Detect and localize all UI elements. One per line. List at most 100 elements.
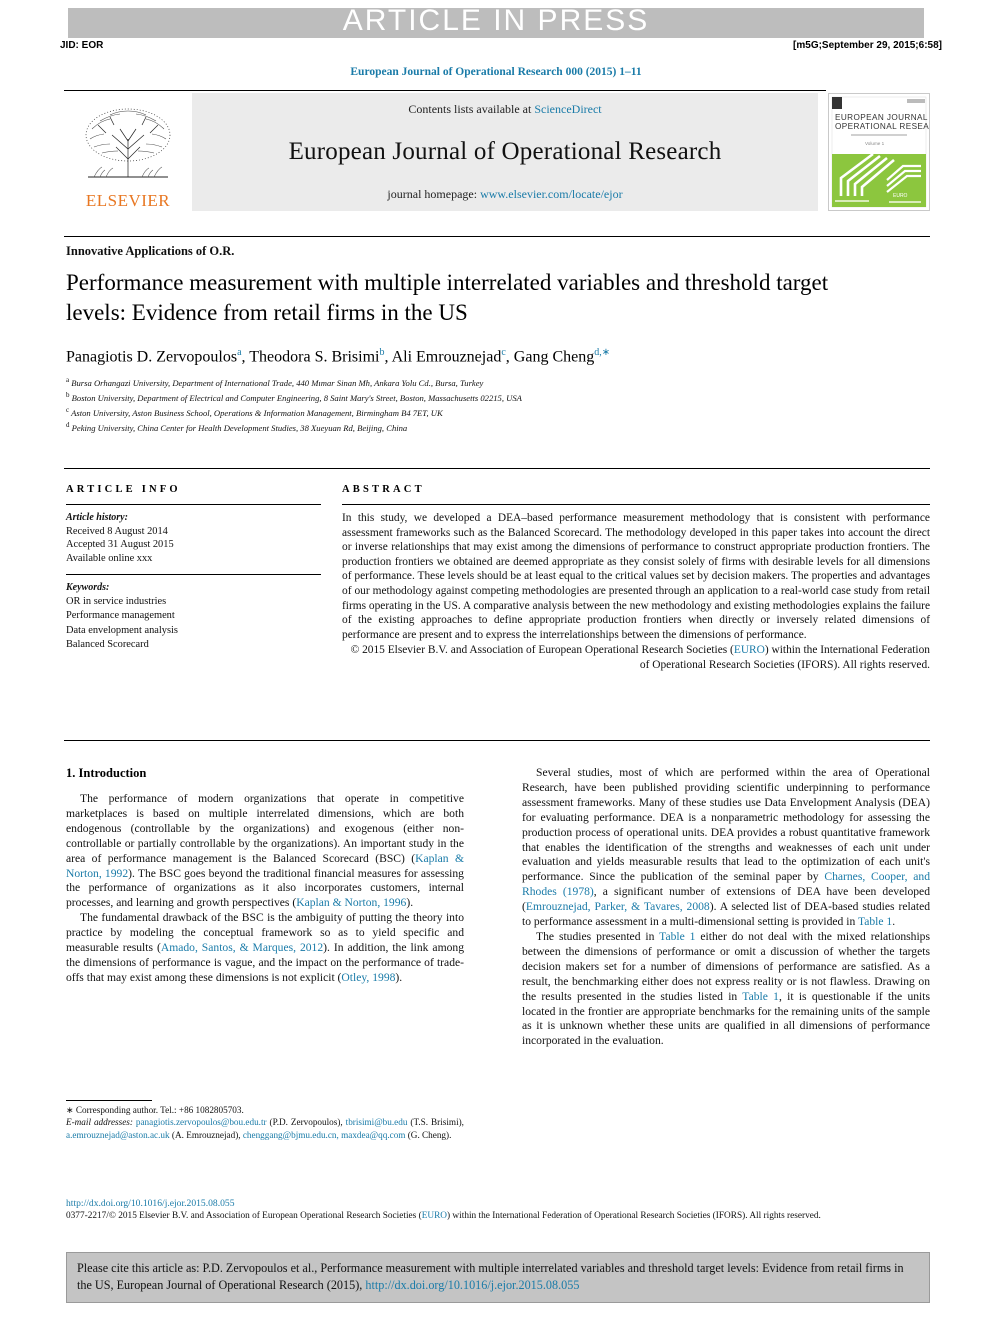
email-link[interactable]: panagiotis.zervopoulos@bou.edu.tr — [136, 1117, 267, 1127]
abstract-heading: ABSTRACT — [342, 484, 425, 495]
info-divider-2 — [66, 574, 321, 576]
keywords-list: OR in service industries Performance man… — [66, 595, 321, 653]
cover-artwork: EUROPEAN JOURNAL OF OPERATIONAL RESEARCH… — [829, 94, 929, 210]
abstract-bottom-rule — [64, 740, 930, 741]
elsevier-logo: ELSEVIER — [64, 93, 192, 211]
article-info-column: ARTICLE INFO Article history: Received 8… — [66, 484, 321, 652]
homepage-link[interactable]: www.elsevier.com/locate/ejor — [480, 187, 623, 201]
svg-text:EURO: EURO — [893, 193, 908, 199]
abstract-copyright: © 2015 Elsevier B.V. and Association of … — [342, 643, 930, 672]
section-kind-label: Innovative Applications of O.R. — [66, 244, 235, 258]
citation-link[interactable]: Table 1 — [742, 990, 779, 1003]
body-paragraph: Several studies, most of which are perfo… — [522, 766, 930, 930]
right-paragraphs: Several studies, most of which are perfo… — [522, 766, 930, 1049]
corresponding-author-text: Corresponding author. Tel.: +86 10828057… — [75, 1105, 244, 1115]
paragraph-text: Several studies, most of which are perfo… — [522, 766, 930, 884]
citation-doi-link[interactable]: http://dx.doi.org/10.1016/j.ejor.2015.08… — [365, 1278, 579, 1292]
history-item: Received 8 August 2014 — [66, 525, 168, 537]
affiliation-list: a Bursa Orhangazi University, Department… — [66, 374, 926, 434]
homepage-prefix: journal homepage: — [387, 187, 481, 201]
keyword-item: OR in service industries — [66, 595, 167, 607]
abstract-text: In this study, we developed a DEA–based … — [342, 512, 930, 641]
affiliation-item: c Aston University, Aston Business Schoo… — [66, 404, 926, 419]
abstract-column: ABSTRACT In this study, we developed a D… — [342, 484, 930, 673]
keyword-item: Performance management — [66, 610, 175, 622]
introduction-heading: 1. Introduction — [66, 766, 147, 780]
article-history-label: Article history: — [66, 512, 128, 523]
affiliation-item: a Bursa Orhangazi University, Department… — [66, 374, 926, 389]
author-list: Panagiotis D. Zervopoulosa, Theodora S. … — [66, 347, 611, 366]
email-link[interactable]: a.emrouznejad@aston.ac.uk — [66, 1130, 170, 1140]
footnote-block: ∗ Corresponding author. Tel.: +86 108280… — [66, 1104, 464, 1141]
citation-link[interactable]: Amado, Santos, & Marques, 2012 — [161, 941, 323, 954]
typesetting-stamp: [m5G;September 29, 2015;6:58] — [793, 40, 942, 51]
title-top-rule — [64, 236, 930, 237]
citation-link[interactable]: Table 1 — [659, 930, 695, 943]
journal-masthead: ELSEVIER Contents lists available at Sci… — [64, 90, 930, 211]
euro-link[interactable]: EURO — [734, 644, 765, 656]
email-owner: (T.S. Brisimi), — [407, 1117, 464, 1128]
affiliation-text: Peking University, China Center for Heal… — [69, 423, 408, 434]
body-paragraph: The performance of modern organizations … — [66, 792, 464, 911]
body-paragraph: The fundamental drawback of the BSC is t… — [66, 911, 464, 986]
paragraph-text: ). — [406, 896, 414, 910]
email-link[interactable]: chenggang@bjmu.edu.cn, maxdea@qq.com — [243, 1130, 406, 1140]
svg-text:OPERATIONAL RESEARCH: OPERATIONAL RESEARCH — [835, 122, 929, 131]
abstract-divider — [342, 504, 930, 505]
article-in-press-label: ARTICLE IN PRESS — [342, 4, 650, 37]
keyword-item: Data envelopment analysis — [66, 624, 178, 636]
affiliation-item: d Peking University, China Center for He… — [66, 419, 926, 434]
doi-link[interactable]: http://dx.doi.org/10.1016/j.ejor.2015.08… — [66, 1198, 235, 1209]
affiliation-item: b Boston University, Department of Elect… — [66, 389, 926, 404]
citation-link[interactable]: Otley, 1998 — [341, 971, 395, 984]
svg-text:EUROPEAN JOURNAL OF: EUROPEAN JOURNAL OF — [835, 113, 929, 122]
paragraph-text: The studies presented in — [536, 929, 660, 943]
elsevier-tree-icon — [85, 108, 171, 178]
history-item: Available online xxx — [66, 552, 153, 564]
citation-link[interactable]: Emrouznejad, Parker, & Tavares, 2008 — [526, 900, 710, 913]
journal-title: European Journal of Operational Research — [288, 138, 722, 165]
body-column-left: 1. Introduction The performance of moder… — [66, 766, 464, 986]
copyright-pre: © 2015 Elsevier B.V. and Association of … — [350, 644, 734, 657]
issn-pre: 0377-2217/© 2015 Elsevier B.V. and Assoc… — [66, 1211, 422, 1221]
email-addresses-line: E-mail addresses: panagiotis.zervopoulos… — [66, 1116, 464, 1141]
journal-homepage-line: journal homepage: www.elsevier.com/locat… — [387, 187, 622, 202]
keyword-item: Balanced Scorecard — [66, 639, 149, 650]
masthead-center: Contents lists available at ScienceDirec… — [192, 93, 818, 211]
body-column-right: Several studies, most of which are perfo… — [522, 766, 930, 1049]
history-item: Accepted 31 August 2015 — [66, 539, 174, 551]
info-divider-1 — [66, 504, 321, 505]
left-paragraphs: The performance of modern organizations … — [66, 792, 464, 986]
svg-text:Volume 1: Volume 1 — [865, 141, 885, 146]
article-page: ARTICLE IN PRESS JID: EOR [m5G;September… — [0, 0, 992, 1323]
email-addresses-label: E-mail addresses: — [66, 1117, 136, 1128]
paragraph-text: ). — [395, 970, 403, 984]
journal-id-label: JID: EOR — [60, 40, 104, 51]
email-owner: (P.D. Zervopoulos), — [266, 1117, 346, 1128]
issn-copyright-line: 0377-2217/© 2015 Elsevier B.V. and Assoc… — [66, 1211, 932, 1223]
email-link[interactable]: tbrisimi@bu.edu — [346, 1117, 408, 1127]
elsevier-wordmark: ELSEVIER — [85, 191, 171, 210]
citation-link[interactable]: Kaplan & Norton, 1996 — [296, 896, 406, 909]
affiliation-text: Bursa Orhangazi University, Department o… — [69, 377, 484, 388]
masthead-top-rule — [64, 90, 826, 91]
asterisk-icon: ∗ — [66, 1105, 74, 1115]
sciencedirect-link[interactable]: ScienceDirect — [534, 102, 601, 116]
article-info-heading: ARTICLE INFO — [66, 484, 181, 495]
affiliation-text: Aston University, Aston Business School,… — [69, 407, 443, 418]
citation-link[interactable]: Table 1 — [858, 915, 892, 928]
paragraph-text: The performance of modern organizations … — [66, 792, 464, 865]
citation-box: Please cite this article as: P.D. Zervop… — [66, 1252, 930, 1303]
keywords-label: Keywords: — [66, 582, 110, 594]
contents-prefix: Contents lists available at — [408, 102, 535, 116]
paragraph-text: . — [892, 915, 896, 929]
body-paragraph: The studies presented in Table 1 either … — [522, 930, 930, 1049]
email-owner: (A. Emrouznejad), — [169, 1129, 243, 1140]
corresponding-author-line: ∗ Corresponding author. Tel.: +86 108280… — [66, 1104, 464, 1116]
footnote-rule — [66, 1100, 152, 1101]
info-top-rule — [64, 468, 930, 469]
issn-post: ) within the International Federation of… — [447, 1211, 821, 1221]
running-head: European Journal of Operational Research… — [350, 66, 642, 78]
email-owner: (G. Cheng). — [405, 1129, 452, 1140]
euro-link-footer[interactable]: EURO — [422, 1211, 447, 1221]
